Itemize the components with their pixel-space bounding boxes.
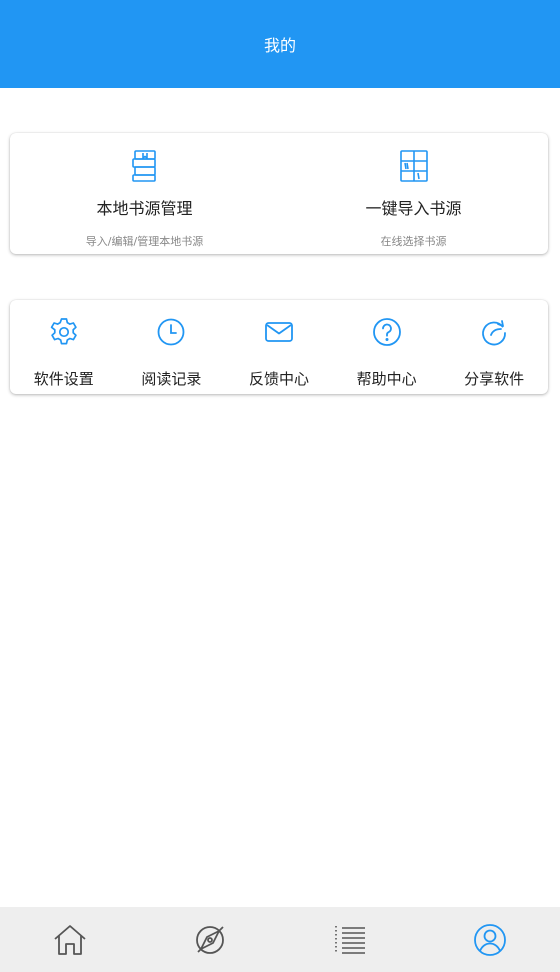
page-title: 我的	[263, 36, 296, 55]
one-click-import-button[interactable]: 一键导入书源 在线选择书源	[279, 133, 548, 254]
user-icon	[474, 923, 506, 956]
compass-icon	[196, 925, 224, 954]
books-icon	[131, 150, 156, 182]
source-item-subtitle: 导入/编辑/管理本地书源	[85, 235, 204, 248]
feedback-button[interactable]: 反馈中心	[225, 300, 333, 394]
home-icon	[54, 924, 86, 955]
source-item-title: 一键导入书源	[365, 199, 462, 218]
tool-label: 软件设置	[33, 370, 94, 388]
nav-home[interactable]	[0, 907, 140, 972]
tool-label: 分享软件	[464, 370, 525, 388]
mail-icon	[265, 322, 293, 342]
gear-icon	[50, 318, 77, 345]
share-button[interactable]: 分享软件	[440, 300, 548, 394]
tool-label: 反馈中心	[248, 370, 309, 388]
share-icon	[482, 320, 507, 346]
local-source-manage-button[interactable]: 本地书源管理 导入/编辑/管理本地书源	[10, 133, 279, 254]
tools-card: 软件设置 阅读记录 反馈中心 帮助中心 分享软件	[10, 300, 548, 394]
app-header: 我的	[0, 0, 560, 88]
tool-label: 阅读记录	[141, 370, 202, 388]
source-item-title: 本地书源管理	[96, 199, 193, 218]
list-icon	[335, 925, 365, 954]
nav-list[interactable]	[280, 907, 420, 972]
tool-label: 帮助中心	[356, 370, 417, 388]
help-button[interactable]: 帮助中心	[333, 300, 441, 394]
settings-button[interactable]: 软件设置	[10, 300, 118, 394]
bookshelf-icon	[399, 150, 428, 182]
bottom-nav	[0, 907, 560, 972]
nav-profile[interactable]	[420, 907, 560, 972]
source-card: 本地书源管理 导入/编辑/管理本地书源 一键导入书源 在线选择书源	[10, 133, 548, 254]
reading-history-button[interactable]: 阅读记录	[118, 300, 226, 394]
source-item-subtitle: 在线选择书源	[380, 235, 447, 248]
help-icon	[372, 318, 401, 346]
clock-icon	[157, 318, 185, 346]
nav-discover[interactable]	[140, 907, 280, 972]
